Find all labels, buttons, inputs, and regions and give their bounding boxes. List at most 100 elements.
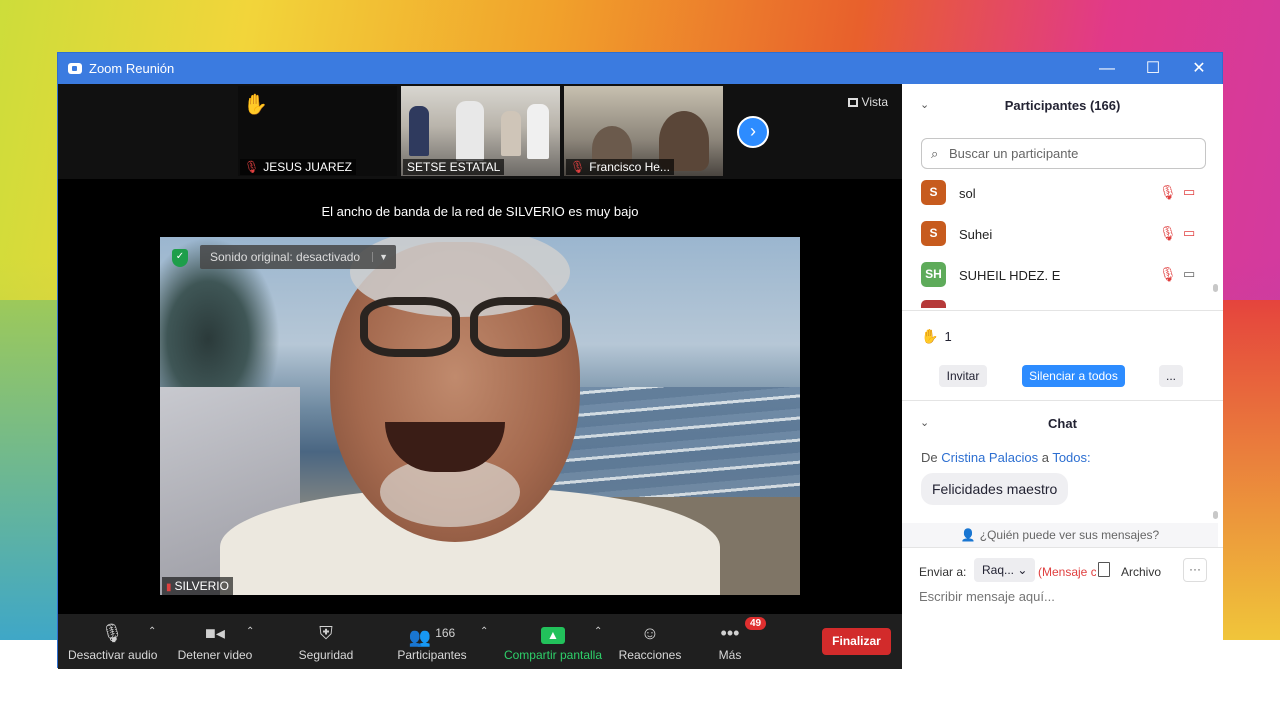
muted-mic-icon: 🎙 [244,160,260,174]
avatar: SH [921,262,946,287]
original-sound-toggle[interactable]: Sonido original: desactivado ▼ [200,245,397,269]
end-meeting-button[interactable]: Finalizar [822,628,891,655]
video-glasses-right [470,297,570,357]
participant-name: Suhei [959,227,993,242]
chat-scrollbar[interactable] [1213,511,1218,519]
share-options-chevron[interactable]: ⌃ [594,626,602,637]
chevron-down-icon[interactable]: ▼ [372,252,388,262]
private-message-note: (Mensaje c [1038,565,1096,579]
file-icon[interactable] [1098,562,1110,577]
signal-bars-icon: ▮ [166,582,172,593]
participants-more-button[interactable]: ... [1159,365,1183,387]
smiley-icon: ☺ [640,623,660,643]
participant-list-scrollbar[interactable] [1213,284,1218,292]
meeting-area: ✋ 🎙 JESUS JUAREZ SETSE ESTATAL 🎙 Francisco… [58,84,902,669]
person-figure [456,101,484,161]
stop-video-button[interactable]: ■◂ Detener video [176,620,254,662]
participants-icon: 👥 166 [408,626,456,647]
participants-button[interactable]: 👥 166 Participantes [396,620,468,662]
mute-all-button[interactable]: Silenciar a todos [1022,365,1125,387]
zoom-logo-icon [68,63,82,74]
more-badge: 49 [745,617,767,630]
side-panel: ⌄ Participantes (166) ⌕ Buscar un partic… [902,84,1223,669]
video-options-chevron[interactable]: ⌃ [246,626,254,637]
chat-message-bubble: Felicidades maestro [921,473,1069,505]
share-screen-button[interactable]: ▲ Compartir pantalla [502,620,604,662]
thumbnail-name: 🎙 Francisco He... [566,159,674,175]
person-figure [501,111,521,156]
divider [902,400,1223,401]
close-button[interactable]: ✕ [1176,53,1222,84]
participant-name: sol [959,186,976,201]
thumbnail-jesus-juarez[interactable]: ✋ 🎙 JESUS JUAREZ [238,86,397,176]
chat-more-icon[interactable]: ··· [1183,558,1207,582]
divider [902,310,1223,311]
thumbnail-strip: ✋ 🎙 JESUS JUAREZ SETSE ESTATAL 🎙 Francisco… [58,84,902,179]
microphone-icon: 🎙 [100,623,124,643]
person-figure [409,106,429,156]
meeting-toolbar: 🎙 Desactivar audio ⌃ ■◂ Detener video ⌃ … [58,614,902,669]
active-speaker-video [160,237,800,595]
participant-row[interactable]: S Suhei 🎙 ▭ [921,219,1211,249]
view-button[interactable]: Vista [847,95,888,109]
thumbnail-setse-estatal[interactable]: SETSE ESTATAL [401,86,560,176]
shield-icon: ⛨ [319,623,333,643]
invite-button[interactable]: Invitar [939,365,987,387]
desktop-background-left [0,300,60,640]
muted-mic-icon[interactable]: 🎙 [1159,266,1177,283]
thumbnail-francisco[interactable]: 🎙 Francisco He... [564,86,723,176]
avatar: S [921,221,946,246]
title-bar: Zoom Reunión — ☐ ✕ [58,53,1222,84]
chat-message-sender: De Cristina Palacios a Todos: [921,450,1091,465]
avatar [921,300,946,308]
raised-hand-icon: ✋ [921,328,939,344]
participant-search-input[interactable]: ⌕ Buscar un participante [921,138,1206,169]
zoom-window: Zoom Reunión — ☐ ✕ ✋ 🎙 JESUS JUAREZ SETSE… [57,52,1223,669]
collapse-participants-chevron-icon[interactable]: ⌄ [920,98,929,111]
chat-message-input[interactable] [919,589,1204,604]
person-lock-icon: 👤 [960,528,976,542]
reactions-button[interactable]: ☺ Reacciones [618,620,682,662]
video-off-icon[interactable]: ▭ [1183,225,1195,241]
collapse-chat-chevron-icon[interactable]: ⌄ [920,416,929,429]
video-off-icon[interactable]: ▭ [1183,184,1195,200]
video-glasses-left [360,297,460,357]
raised-hand-icon: ✋ [243,94,268,116]
thumbnail-name: 🎙 JESUS JUAREZ [240,159,356,175]
participants-options-chevron[interactable]: ⌃ [480,626,488,637]
sender-name[interactable]: Cristina Palacios [941,450,1038,465]
encryption-shield-icon: ✓ [172,249,188,267]
audio-options-chevron[interactable]: ⌃ [148,626,156,637]
minimize-button[interactable]: — [1084,53,1130,84]
person-figure [527,104,549,159]
send-to-label: Enviar a: [919,565,967,579]
desktop-background-right [1220,300,1280,640]
who-can-see-messages[interactable]: 👤 ¿Quién puede ver sus mensajes? [902,523,1218,547]
video-camera-icon: ■◂ [205,623,225,643]
file-button[interactable]: Archivo [1121,561,1161,583]
security-button[interactable]: ⛨ Seguridad [296,620,356,662]
bandwidth-notice: El ancho de banda de la red de SILVERIO … [321,204,639,219]
avatar: S [921,180,946,205]
participant-row[interactable] [921,298,1211,308]
thumbnail-name: SETSE ESTATAL [403,159,505,175]
maximize-button[interactable]: ☐ [1130,53,1176,84]
participants-header: ⌄ Participantes (166) [920,98,1121,113]
participant-row[interactable]: S sol 🎙 ▭ [921,178,1211,208]
recipient-name[interactable]: Todos: [1052,450,1090,465]
participant-list: S sol 🎙 ▭ S Suhei 🎙 ▭ SH SUHEIL HDEZ. E … [902,175,1223,308]
search-icon: ⌕ [931,146,939,161]
divider [902,547,1223,548]
video-camera-icon[interactable]: ▭ [1183,266,1195,282]
next-page-button[interactable]: › [737,116,769,148]
speaker-name-label: ▮ SILVERIO [162,577,233,595]
chevron-down-icon: ⌄ [1017,563,1028,577]
participants-count: 166 [435,626,456,640]
grid-icon [847,98,858,107]
raised-hands-count: ✋ 1 [921,328,952,344]
muted-mic-icon[interactable]: 🎙 [1159,184,1177,201]
recipient-dropdown[interactable]: Raq... ⌄ [974,558,1036,582]
mute-button[interactable]: 🎙 Desactivar audio [68,620,157,662]
muted-mic-icon[interactable]: 🎙 [1159,225,1177,242]
participant-row[interactable]: SH SUHEIL HDEZ. E 🎙 ▭ [921,260,1211,290]
